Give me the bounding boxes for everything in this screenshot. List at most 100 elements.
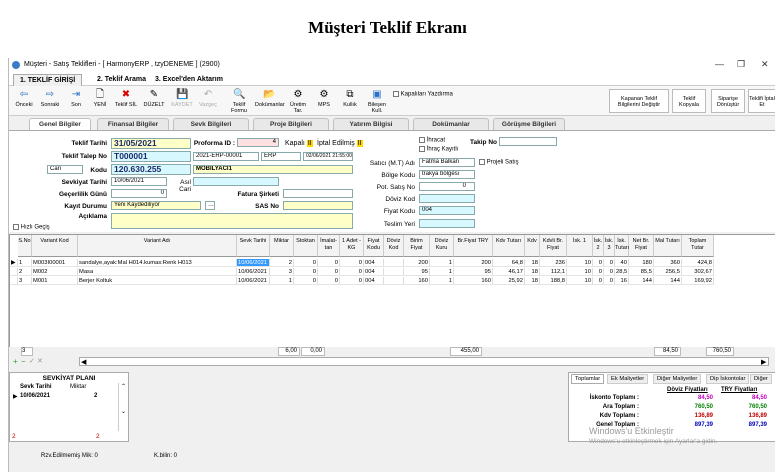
offer-date-field[interactable]: 31/05/2021	[111, 138, 191, 149]
invoice-company-select[interactable]	[283, 189, 353, 198]
production-date-button[interactable]: ⚙ Üretim Tar.	[285, 89, 311, 114]
plan-scrollbar[interactable]: ⌃ ⌄	[118, 383, 128, 431]
tab-diger-maliyetler[interactable]: Diğer Maliyetler	[653, 374, 702, 384]
tab-ek-maliyetler[interactable]: Ek Maliyetler	[607, 374, 649, 384]
cell-vat[interactable]: 18	[525, 259, 540, 267]
export-option[interactable]: İhracat	[419, 137, 445, 144]
scroll-right-icon[interactable]: ▶	[761, 358, 766, 366]
cell-ship-date[interactable]: 10/06/2021	[237, 268, 270, 276]
col-header-vat[interactable]: Kdv	[525, 235, 540, 257]
cell-price-code[interactable]: 004	[364, 259, 384, 267]
cell-currency-code[interactable]	[384, 277, 404, 285]
cell-discount-amount[interactable]: 40	[615, 259, 629, 267]
col-header-unit-price-try[interactable]: Br.Fiyat TRY	[454, 235, 493, 257]
tab-dip-iskontolar[interactable]: Dip İskontolar	[706, 374, 750, 384]
cell-price-code[interactable]: 004	[364, 268, 384, 276]
add-row-icon[interactable]: +	[13, 357, 18, 366]
cell-quantity[interactable]: 2	[270, 259, 294, 267]
cell-net-price[interactable]: 144	[629, 277, 654, 285]
tab-teklif-girisi[interactable]: 1. TEKLİF GİRİŞİ	[13, 74, 83, 86]
row-indicator[interactable]	[10, 277, 18, 285]
col-header-net-price[interactable]: Net Br. Fiyat	[629, 235, 654, 257]
currency-field[interactable]	[419, 194, 475, 203]
cell-unit-kg[interactable]: 0	[340, 268, 364, 276]
cell-variant-name[interactable]: Berjer Koltuk	[78, 277, 237, 285]
delivery-place-field[interactable]	[419, 219, 475, 228]
seller-select[interactable]: Fatma Balkan	[419, 158, 475, 167]
erp-field[interactable]: ERP	[261, 152, 301, 161]
cell-vat-incl-price[interactable]: 112,1	[540, 268, 567, 276]
price-code-field[interactable]: 004	[419, 206, 475, 215]
plan-row-date[interactable]: 10/06/2021	[20, 393, 50, 399]
cell-discount-amount[interactable]: 28,5	[615, 268, 629, 276]
save-button[interactable]: 💾 KAYDET	[169, 89, 195, 113]
col-header-quantity[interactable]: Miktar	[270, 235, 294, 257]
tab-teklif-arama[interactable]: 2. Teklif Arama	[91, 74, 152, 86]
plan-row-qty[interactable]: 2	[94, 393, 97, 399]
main-account-field[interactable]	[193, 177, 279, 186]
tab-toplamlar[interactable]: Toplamlar	[571, 374, 605, 384]
previous-button[interactable]: ⇦ Önceki	[13, 89, 35, 113]
cell-discount-2[interactable]: 0	[593, 259, 604, 267]
cell-discount-3[interactable]: 0	[604, 268, 615, 276]
mps-button[interactable]: ⚙ MPS	[313, 89, 335, 113]
close-button[interactable]: ✕	[761, 59, 769, 70]
col-header-vat-incl-price[interactable]: Kdvli Br. Fiyat	[540, 235, 567, 257]
cancel-offer-button[interactable]: Teklifi İptal Et	[748, 89, 775, 113]
tracking-field[interactable]	[499, 137, 557, 146]
edit-button[interactable]: ✎ DÜZELT	[141, 89, 167, 113]
cell-currency-code[interactable]	[384, 268, 404, 276]
cell-net-price[interactable]: 85,5	[629, 268, 654, 276]
erp-date-field[interactable]: 02/06/2021 21:55:00	[303, 152, 353, 161]
remove-row-icon[interactable]: −	[21, 357, 26, 366]
print-closed-option[interactable]: Kapalıları Yazdırma	[393, 91, 453, 98]
col-header-from-production[interactable]: İmalat-tan	[318, 235, 340, 257]
shipment-date-field[interactable]: 10/06/2021	[111, 177, 167, 186]
cell-s-no[interactable]: 2	[18, 268, 32, 276]
cell-ship-date[interactable]: 10/06/2021	[237, 259, 270, 267]
cell-quantity[interactable]: 1	[270, 277, 294, 285]
col-header-exchange-rate[interactable]: Döviz Kuru	[430, 235, 454, 257]
col-header-price-code[interactable]: Fiyat Kodu	[364, 235, 384, 257]
col-header-goods-amount[interactable]: Mal Tutarı	[654, 235, 682, 257]
cell-exchange-rate[interactable]: 1	[430, 268, 454, 276]
tab-diger[interactable]: Diğer	[750, 374, 772, 384]
cancel-button[interactable]: ↶ Vazgeç	[197, 89, 219, 113]
request-reference-field[interactable]: 2021-ERP-00001	[193, 152, 259, 161]
change-closed-offer-button[interactable]: Kapanan Teklif Bilgilerini Değiştir	[609, 89, 669, 113]
tab-proje-bilgileri[interactable]: Proje Bilgileri	[253, 118, 329, 130]
convert-order-button[interactable]: Siparişe Dönüştür	[711, 89, 745, 113]
description-field[interactable]	[111, 213, 353, 229]
cell-unit-price[interactable]: 95	[404, 268, 430, 276]
cell-currency-code[interactable]	[384, 259, 404, 267]
tab-genel-bilgiler[interactable]: Genel Bilgiler	[29, 118, 91, 130]
col-header-discount-2[interactable]: İsk. 2	[593, 235, 604, 257]
col-header-unit-kg[interactable]: 1 Adet - KG	[340, 235, 364, 257]
tab-yatirim-bilgisi[interactable]: Yatırım Bilgisi	[333, 118, 409, 130]
usage-button[interactable]: ⧉ Kullık	[339, 89, 361, 113]
cell-exchange-rate[interactable]: 1	[430, 277, 454, 285]
sas-field[interactable]	[283, 201, 353, 210]
col-header-variant-name[interactable]: Variant Adı	[78, 235, 237, 257]
col-header-from-stock[interactable]: Stoktan	[294, 235, 318, 257]
record-status-more-button[interactable]: …	[205, 201, 215, 210]
record-status-select[interactable]: Yeni Kaydediliyor	[111, 201, 201, 210]
maximize-button[interactable]: ❐	[737, 59, 745, 70]
cell-unit-price[interactable]: 160	[404, 277, 430, 285]
cell-variant-name[interactable]: sandalye,ayak:Mal H014.kumas:Renk H013	[78, 259, 237, 267]
proforma-field[interactable]: 4	[237, 138, 279, 147]
horizontal-scrollbar[interactable]	[79, 357, 769, 366]
col-header-s-no[interactable]: S.No	[18, 235, 32, 257]
cell-unit-kg[interactable]: 0	[340, 277, 364, 285]
cell-discount-3[interactable]: 0	[604, 277, 615, 285]
cell-goods-amount[interactable]: 256,5	[654, 268, 682, 276]
company-name-field[interactable]: MOBILYACI1	[193, 165, 353, 174]
validity-field[interactable]: 0	[111, 189, 167, 198]
cell-unit-price-try[interactable]: 200	[454, 259, 493, 267]
cell-s-no[interactable]: 3	[18, 277, 32, 285]
cell-total-amount[interactable]: 424,8	[682, 259, 714, 267]
cancelled-flag[interactable]: İptal Edilmiş II	[317, 140, 363, 147]
cell-unit-price-try[interactable]: 95	[454, 268, 493, 276]
cell-vat[interactable]: 18	[525, 268, 540, 276]
col-header-variant-code[interactable]: Variant Kod	[32, 235, 78, 257]
